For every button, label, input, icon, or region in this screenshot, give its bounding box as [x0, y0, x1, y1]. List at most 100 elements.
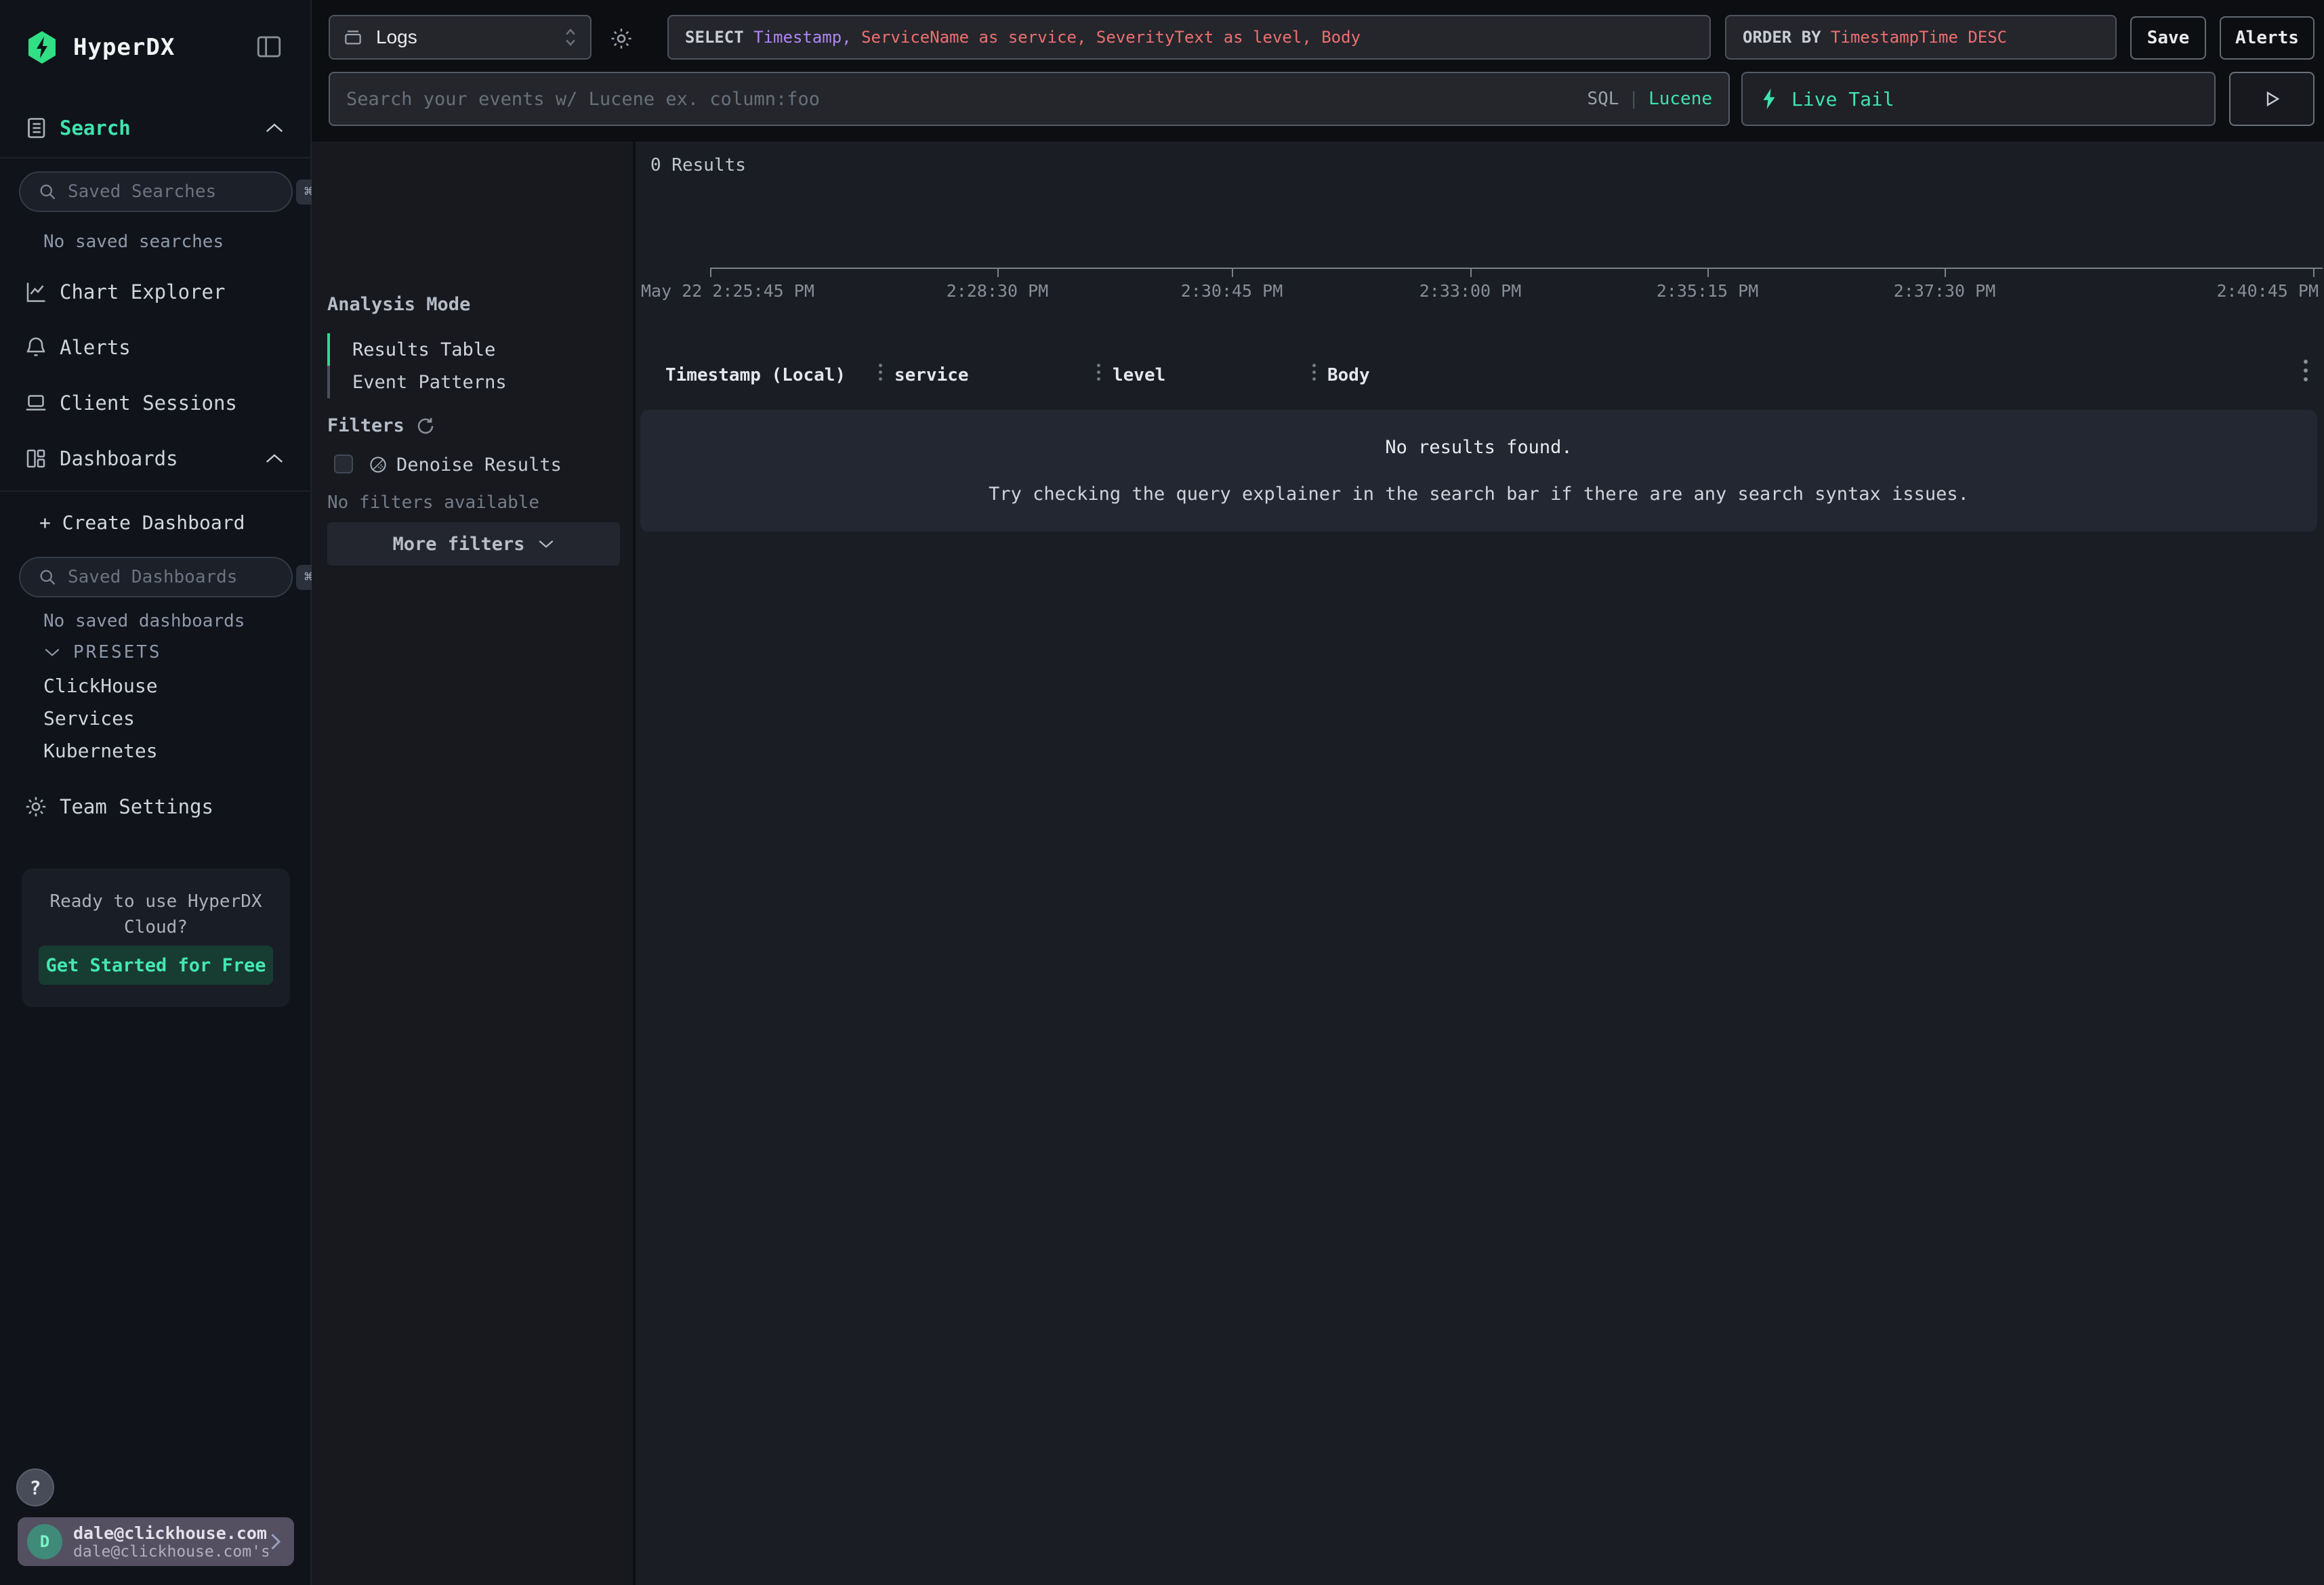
- sidebar-item-label: Alerts: [60, 336, 131, 359]
- column-resize-handle[interactable]: [879, 364, 882, 381]
- axis-tick-label: 2:30:45 PM: [1181, 281, 1283, 301]
- column-header-timestamp[interactable]: Timestamp (Local): [665, 365, 846, 385]
- mode-event-patterns[interactable]: Event Patterns: [352, 372, 507, 393]
- play-icon: [2262, 89, 2282, 109]
- cloud-promo-card: Ready to use HyperDX Cloud? Get Started …: [22, 868, 290, 1007]
- mode-results-table[interactable]: Results Table: [352, 339, 495, 360]
- user-org: dale@clickhouse.com's: [73, 1543, 268, 1561]
- axis-tick-label: 2:33:00 PM: [1419, 281, 1522, 301]
- select-clause-text: SELECT Timestamp, ServiceName as service…: [685, 28, 1361, 47]
- source-selector[interactable]: Logs: [329, 15, 592, 60]
- saved-dashboards-search[interactable]: ⌘ K: [19, 557, 293, 597]
- saved-dashboards-input[interactable]: [68, 567, 296, 587]
- denoise-icon: [368, 455, 388, 475]
- event-search-input[interactable]: [346, 89, 1587, 110]
- column-header-level[interactable]: level: [1113, 365, 1165, 385]
- sidebar-divider: [0, 157, 310, 158]
- column-header-service[interactable]: service: [894, 365, 969, 385]
- empty-state-hint: Try checking the query explainer in the …: [640, 484, 2317, 505]
- help-button[interactable]: ?: [16, 1468, 54, 1506]
- live-tail-button[interactable]: Live Tail: [1741, 72, 2216, 126]
- create-dashboard-button[interactable]: + Create Dashboard: [0, 501, 312, 543]
- sql-token: Timestamp,: [753, 28, 861, 47]
- axis-tick: [1470, 269, 1472, 277]
- axis-tick: [1707, 269, 1709, 277]
- chevron-up-icon: [264, 452, 285, 465]
- sql-keyword: SELECT: [685, 28, 753, 47]
- analysis-mode-header: Analysis Mode: [327, 294, 470, 315]
- more-filters-button[interactable]: More filters: [327, 522, 620, 566]
- axis-tick-label: 2:28:30 PM: [947, 281, 1049, 301]
- source-settings-gear-icon[interactable]: [608, 26, 634, 51]
- order-by-input[interactable]: ORDER BY TimestampTime DESC: [1725, 15, 2117, 60]
- sidebar-item-label: Client Sessions: [60, 392, 237, 415]
- sidebar-item-dashboards[interactable]: Dashboards: [0, 438, 312, 480]
- axis-tick-label: 2:37:30 PM: [1894, 281, 1996, 301]
- magnifier-icon: [38, 182, 57, 201]
- saved-searches-search[interactable]: ⌘ K: [19, 171, 293, 212]
- user-email: dale@clickhouse.com: [73, 1523, 268, 1543]
- axis-tick-label: May 22 2:25:45 PM: [641, 281, 814, 301]
- run-query-button[interactable]: [2229, 72, 2315, 126]
- get-started-button[interactable]: Get Started for Free: [39, 946, 273, 985]
- column-resize-handle[interactable]: [1312, 364, 1316, 381]
- search-logs-icon: [23, 116, 49, 140]
- column-resize-handle[interactable]: [1097, 364, 1100, 381]
- refresh-icon[interactable]: [415, 416, 436, 436]
- chevron-up-icon: [264, 122, 285, 134]
- sidebar-item-label: Search: [60, 117, 131, 140]
- preset-services[interactable]: Services: [43, 707, 135, 730]
- sql-keyword: ORDER BY: [1743, 28, 1831, 47]
- logs-source-icon: [342, 26, 364, 48]
- brand-name: HyperDX: [73, 34, 175, 61]
- select-clause-input[interactable]: SELECT Timestamp, ServiceName as service…: [667, 15, 1711, 60]
- presets-toggle[interactable]: PRESETS: [0, 635, 312, 669]
- user-info: dale@clickhouse.com dale@clickhouse.com'…: [73, 1523, 268, 1561]
- save-button[interactable]: Save: [2130, 16, 2206, 60]
- denoise-checkbox[interactable]: [334, 455, 353, 473]
- sidebar-item-label: Dashboards: [60, 447, 178, 470]
- table-options-kebab-icon[interactable]: [2304, 360, 2308, 381]
- sidebar-item-search[interactable]: Search: [0, 107, 312, 149]
- time-axis: [710, 268, 2323, 269]
- user-menu[interactable]: D dale@clickhouse.com dale@clickhouse.co…: [18, 1517, 294, 1566]
- hyperdx-app: HyperDX Search: [0, 0, 2324, 1585]
- hyperdx-logo-icon: [26, 30, 58, 65]
- empty-state-title: No results found.: [640, 437, 2317, 458]
- presets-label: PRESETS: [73, 642, 162, 662]
- sidebar-item-client-sessions[interactable]: Client Sessions: [0, 382, 312, 424]
- create-dashboard-label: + Create Dashboard: [39, 511, 245, 534]
- sidebar-collapse-icon[interactable]: [255, 33, 283, 61]
- dashboard-grid-icon: [23, 446, 49, 471]
- axis-tick-label: 2:40:45 PM: [2216, 281, 2319, 301]
- results-area: 0 Results May 22 2:25:45 PM 2:28:30 PM 2…: [636, 142, 2324, 1585]
- magnifier-icon: [38, 568, 57, 587]
- more-filters-label: More filters: [392, 534, 524, 555]
- alerts-button[interactable]: Alerts: [2220, 16, 2315, 60]
- sidebar: HyperDX Search: [0, 0, 312, 1585]
- brand-logo: HyperDX: [26, 30, 175, 65]
- filters-header: Filters: [327, 415, 436, 436]
- preset-clickhouse[interactable]: ClickHouse: [43, 675, 158, 697]
- sql-token: SeverityText as level,: [1096, 28, 1321, 47]
- sidebar-item-team-settings[interactable]: Team Settings: [0, 786, 312, 828]
- language-toggle-lucene[interactable]: Lucene: [1648, 89, 1712, 109]
- selector-chevrons-icon: [563, 26, 578, 48]
- preset-kubernetes[interactable]: Kubernetes: [43, 740, 158, 762]
- chart-icon: [23, 280, 49, 304]
- no-filters-note: No filters available: [327, 492, 539, 513]
- sidebar-item-alerts[interactable]: Alerts: [0, 326, 312, 368]
- column-header-body[interactable]: Body: [1327, 365, 1370, 385]
- language-toggle-sql[interactable]: SQL: [1587, 89, 1619, 109]
- bell-icon: [23, 335, 49, 360]
- laptop-icon: [23, 391, 49, 415]
- no-saved-searches-note: No saved searches: [43, 232, 224, 252]
- axis-tick: [710, 269, 711, 277]
- gear-icon: [23, 795, 49, 819]
- sidebar-item-label: Chart Explorer: [60, 280, 225, 303]
- empty-state: No results found. Try checking the query…: [640, 410, 2317, 532]
- cloud-promo-line1: Ready to use HyperDX: [22, 891, 290, 912]
- saved-searches-input[interactable]: [68, 182, 296, 202]
- live-tail-label: Live Tail: [1791, 88, 1894, 110]
- sidebar-item-chart-explorer[interactable]: Chart Explorer: [0, 271, 312, 313]
